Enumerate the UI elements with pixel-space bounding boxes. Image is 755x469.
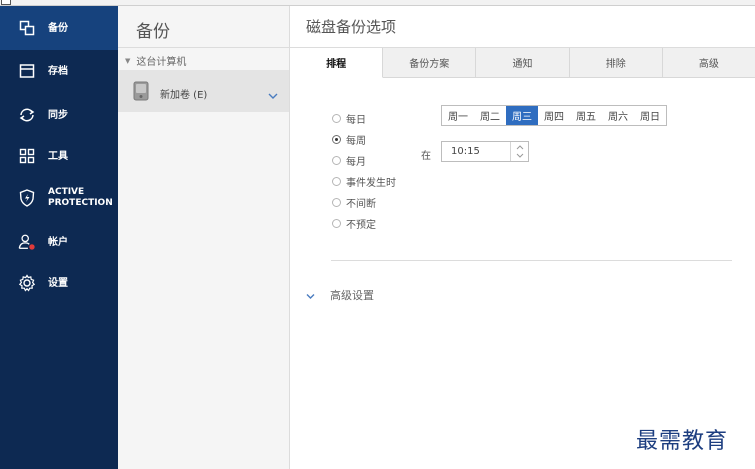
radio-button[interactable] <box>332 156 341 165</box>
archive-icon <box>18 62 36 80</box>
window-corner-mark <box>1 0 11 5</box>
time-value: 10:15 <box>451 146 480 157</box>
weekday-selector: 周一 周二 周三 周四 周五 周六 周日 <box>441 105 667 126</box>
divider <box>331 260 732 261</box>
day-toggle-thu[interactable]: 周四 <box>538 106 570 125</box>
options-panel: 磁盘备份选项 排程 备份方案 通知 排除 高级 每日 每周 每月 事件发生时 不… <box>290 6 755 469</box>
tab-notifications[interactable]: 通知 <box>476 48 570 78</box>
radio-monthly[interactable]: 每月 <box>332 150 396 171</box>
tree-group-label: 这台计算机 <box>136 57 187 68</box>
day-toggle-wed[interactable]: 周三 <box>506 106 538 125</box>
chevron-down-icon[interactable] <box>268 85 278 104</box>
sidebar-item-label: 工具 <box>48 150 68 162</box>
backup-list-panel: 备份 ▼ 这台计算机 新加卷 (E) <box>118 6 290 469</box>
tab-exclusions[interactable]: 排除 <box>569 48 663 78</box>
spin-up-icon[interactable] <box>511 142 528 151</box>
tab-advanced[interactable]: 高级 <box>662 48 755 78</box>
options-tabs: 排程 备份方案 通知 排除 高级 <box>290 48 755 78</box>
sidebar-item-backup[interactable]: 备份 <box>0 6 118 50</box>
radio-button[interactable] <box>332 198 341 207</box>
chevron-down-icon <box>306 285 315 304</box>
spin-down-icon[interactable] <box>511 151 528 160</box>
radio-no-schedule[interactable]: 不预定 <box>332 213 396 234</box>
tab-schedule[interactable]: 排程 <box>290 48 384 78</box>
page-title: 磁盘备份选项 <box>306 18 397 36</box>
advanced-settings-toggle[interactable]: 高级设置 <box>306 285 374 304</box>
radio-on-event[interactable]: 事件发生时 <box>332 171 396 192</box>
sidebar-nav: 备份 存档 同步 工具 ACTIVE PROTECTION 帐户 设置 <box>0 6 118 469</box>
account-icon <box>18 233 36 251</box>
sidebar-item-label: ACTIVE PROTECTION <box>48 187 113 208</box>
sidebar-item-settings[interactable]: 设置 <box>0 261 118 305</box>
radio-button-checked[interactable] <box>332 135 341 144</box>
backup-list-title: 备份 <box>136 22 170 42</box>
advanced-settings-label: 高级设置 <box>330 288 374 302</box>
time-input[interactable]: 10:15 <box>441 141 529 162</box>
sidebar-item-active-protection[interactable]: ACTIVE PROTECTION <box>0 176 118 220</box>
radio-label: 不间断 <box>346 199 376 210</box>
radio-label: 每日 <box>346 115 366 126</box>
radio-nonstop[interactable]: 不间断 <box>332 192 396 213</box>
schedule-options: 每日 每周 每月 事件发生时 不间断 不预定 <box>332 108 396 234</box>
tools-grid-icon <box>18 147 36 165</box>
sidebar-item-label: 同步 <box>48 109 68 121</box>
radio-daily[interactable]: 每日 <box>332 108 396 129</box>
time-at-label: 在 <box>421 151 431 162</box>
day-toggle-sat[interactable]: 周六 <box>602 106 634 125</box>
radio-button[interactable] <box>332 114 341 123</box>
hard-drive-icon <box>133 81 149 105</box>
radio-label: 不预定 <box>346 220 376 231</box>
radio-label: 每月 <box>346 157 366 168</box>
tree-group-this-computer[interactable]: ▼ 这台计算机 <box>125 53 187 69</box>
tab-backup-scheme[interactable]: 备份方案 <box>383 48 477 78</box>
backup-copy-icon <box>18 19 36 37</box>
radio-label: 事件发生时 <box>346 178 396 189</box>
divider <box>118 47 290 48</box>
sidebar-item-label: 帐户 <box>48 236 68 248</box>
radio-label: 每周 <box>346 136 366 147</box>
day-toggle-fri[interactable]: 周五 <box>570 106 602 125</box>
gear-icon <box>18 274 36 292</box>
sidebar-item-label: 设置 <box>48 277 68 289</box>
radio-weekly[interactable]: 每周 <box>332 129 396 150</box>
radio-button[interactable] <box>332 219 341 228</box>
sidebar-item-sync[interactable]: 同步 <box>0 93 118 137</box>
day-toggle-mon[interactable]: 周一 <box>442 106 474 125</box>
day-toggle-sun[interactable]: 周日 <box>634 106 666 125</box>
collapse-triangle-icon: ▼ <box>125 56 131 65</box>
watermark-text: 最需教育 <box>636 429 729 454</box>
backup-item-drive[interactable]: 新加卷 (E) <box>118 70 289 112</box>
sidebar-item-tools[interactable]: 工具 <box>0 134 118 178</box>
backup-item-name: 新加卷 (E) <box>160 90 208 101</box>
day-toggle-tue[interactable]: 周二 <box>474 106 506 125</box>
sidebar-item-label: 存档 <box>48 65 68 77</box>
shield-icon <box>18 189 36 207</box>
sidebar-item-label: 备份 <box>48 22 68 34</box>
sync-icon <box>18 106 36 124</box>
radio-button[interactable] <box>332 177 341 186</box>
sidebar-item-account[interactable]: 帐户 <box>0 220 118 264</box>
sidebar-item-archive[interactable]: 存档 <box>0 49 118 93</box>
time-spinner <box>510 142 528 161</box>
